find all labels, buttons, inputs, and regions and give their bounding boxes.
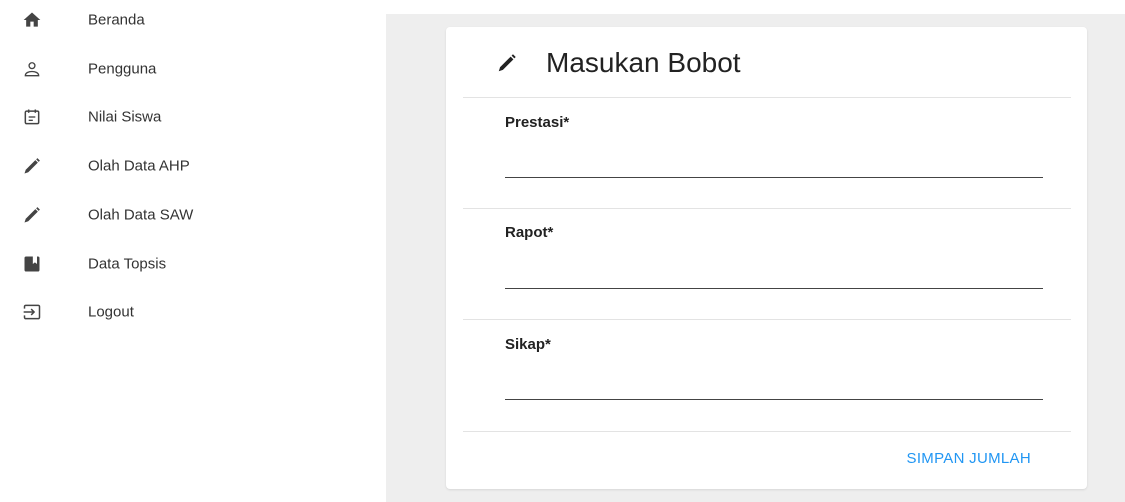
prestasi-input[interactable] xyxy=(505,147,1043,178)
sikap-label: Sikap* xyxy=(505,336,551,353)
page-title: Masukan Bobot xyxy=(546,47,741,78)
sidebar: Beranda Pengguna Nilai Siswa Olah Data A… xyxy=(0,0,372,502)
sidebar-item-label: Logout xyxy=(88,303,134,321)
prestasi-label: Prestasi* xyxy=(505,114,570,131)
sidebar-item-nilai-siswa[interactable]: Nilai Siswa xyxy=(0,97,372,137)
rapot-label: Rapot* xyxy=(505,224,554,241)
divider xyxy=(463,97,1071,98)
sidebar-item-data-topsis[interactable]: Data Topsis xyxy=(0,244,372,284)
simpan-jumlah-button[interactable]: SIMPAN JUMLAH xyxy=(907,450,1031,467)
divider xyxy=(463,431,1071,432)
pencil-icon xyxy=(22,205,42,225)
sidebar-item-label: Olah Data AHP xyxy=(88,157,190,175)
sidebar-item-label: Nilai Siswa xyxy=(88,108,162,126)
sidebar-item-olah-data-saw[interactable]: Olah Data SAW xyxy=(0,195,372,235)
divider xyxy=(463,208,1071,209)
bobot-form-card: Masukan Bobot Prestasi* Rapot* Sikap* SI… xyxy=(446,27,1087,489)
person-icon xyxy=(22,59,42,79)
divider xyxy=(463,319,1071,320)
sidebar-item-pengguna[interactable]: Pengguna xyxy=(0,49,372,89)
sidebar-item-label: Olah Data SAW xyxy=(88,206,194,224)
pencil-icon xyxy=(496,52,518,74)
logout-icon xyxy=(22,302,42,322)
pencil-icon xyxy=(22,156,42,176)
sidebar-item-beranda[interactable]: Beranda xyxy=(0,0,372,40)
sidebar-item-label: Beranda xyxy=(88,11,145,29)
rapot-input[interactable] xyxy=(505,258,1043,289)
event-note-icon xyxy=(22,107,42,127)
sidebar-item-olah-data-ahp[interactable]: Olah Data AHP xyxy=(0,146,372,186)
sidebar-item-label: Data Topsis xyxy=(88,255,167,273)
sidebar-item-label: Pengguna xyxy=(88,60,157,78)
sikap-input[interactable] xyxy=(505,369,1043,400)
home-icon xyxy=(22,10,42,30)
bookmark-icon xyxy=(22,254,42,274)
sidebar-item-logout[interactable]: Logout xyxy=(0,292,372,332)
card-header: Masukan Bobot xyxy=(446,27,1087,97)
